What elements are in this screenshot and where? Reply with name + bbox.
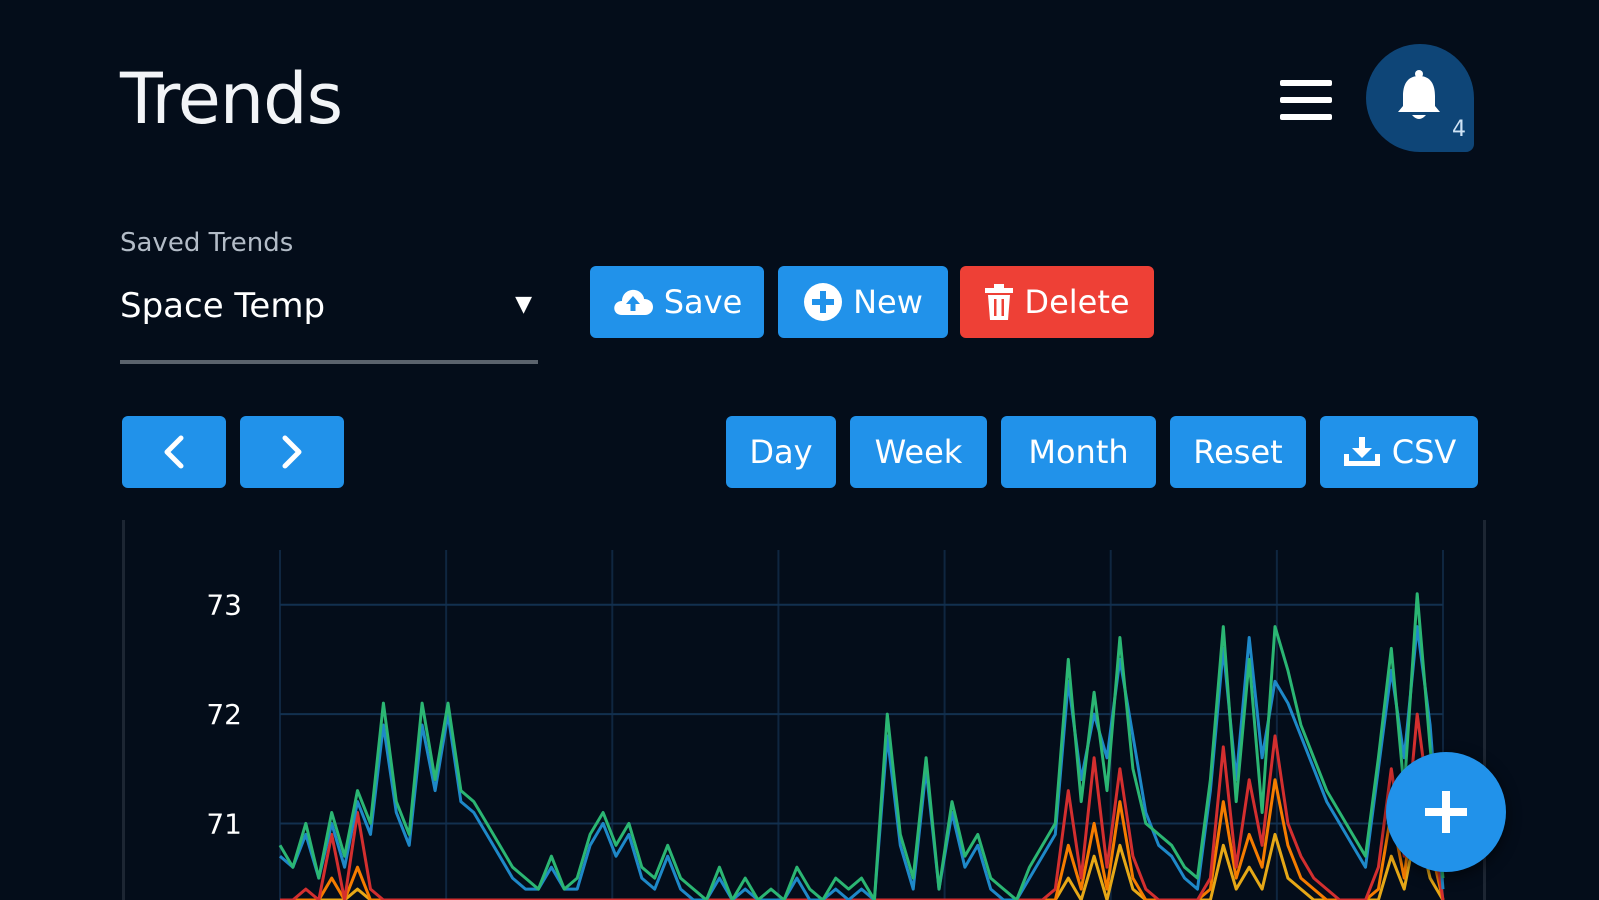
csv-button[interactable]: CSV bbox=[1320, 416, 1478, 488]
next-button[interactable] bbox=[240, 416, 344, 488]
save-button[interactable]: Save bbox=[590, 266, 764, 338]
y-tick-label: 73 bbox=[206, 589, 242, 622]
month-button[interactable]: Month bbox=[1001, 416, 1156, 488]
notification-count-badge: 4 bbox=[1452, 117, 1466, 142]
reset-button[interactable]: Reset bbox=[1170, 416, 1306, 488]
delete-button-label: Delete bbox=[1024, 283, 1130, 321]
month-button-label: Month bbox=[1028, 433, 1129, 471]
notifications-button[interactable]: 4 bbox=[1366, 44, 1474, 152]
trend-chart[interactable]: 73 72 71 bbox=[122, 520, 1486, 900]
csv-button-label: CSV bbox=[1391, 433, 1457, 471]
saved-trends-value: Space Temp bbox=[120, 286, 326, 326]
y-tick-label: 71 bbox=[206, 807, 242, 840]
page-title: Trends bbox=[120, 58, 343, 140]
caret-down-icon: ▼ bbox=[515, 292, 532, 317]
save-button-label: Save bbox=[663, 283, 743, 321]
bell-icon bbox=[1398, 70, 1440, 119]
cloud-upload-icon bbox=[613, 289, 653, 315]
new-button-label: New bbox=[853, 283, 923, 321]
new-button[interactable]: New bbox=[778, 266, 948, 338]
y-tick-label: 72 bbox=[206, 698, 242, 731]
hamburger-icon bbox=[1280, 80, 1332, 86]
day-button-label: Day bbox=[749, 433, 813, 471]
reset-button-label: Reset bbox=[1193, 433, 1283, 471]
series-line-1 bbox=[278, 592, 1445, 900]
saved-trends-label: Saved Trends bbox=[120, 228, 294, 258]
add-point-fab[interactable] bbox=[1386, 752, 1506, 872]
previous-button[interactable] bbox=[122, 416, 226, 488]
trend-chart-svg: 73 72 71 bbox=[206, 550, 1445, 900]
delete-button[interactable]: Delete bbox=[960, 266, 1154, 338]
trash-icon bbox=[985, 284, 1014, 320]
chevron-left-icon bbox=[164, 435, 184, 469]
plus-circle-icon bbox=[804, 283, 843, 321]
chevron-right-icon bbox=[282, 435, 302, 469]
week-button-label: Week bbox=[874, 433, 963, 471]
saved-trends-select[interactable]: Space Temp ▼ bbox=[120, 278, 538, 364]
menu-button[interactable] bbox=[1280, 80, 1332, 120]
day-button[interactable]: Day bbox=[726, 416, 836, 488]
download-icon bbox=[1343, 437, 1380, 466]
week-button[interactable]: Week bbox=[850, 416, 987, 488]
